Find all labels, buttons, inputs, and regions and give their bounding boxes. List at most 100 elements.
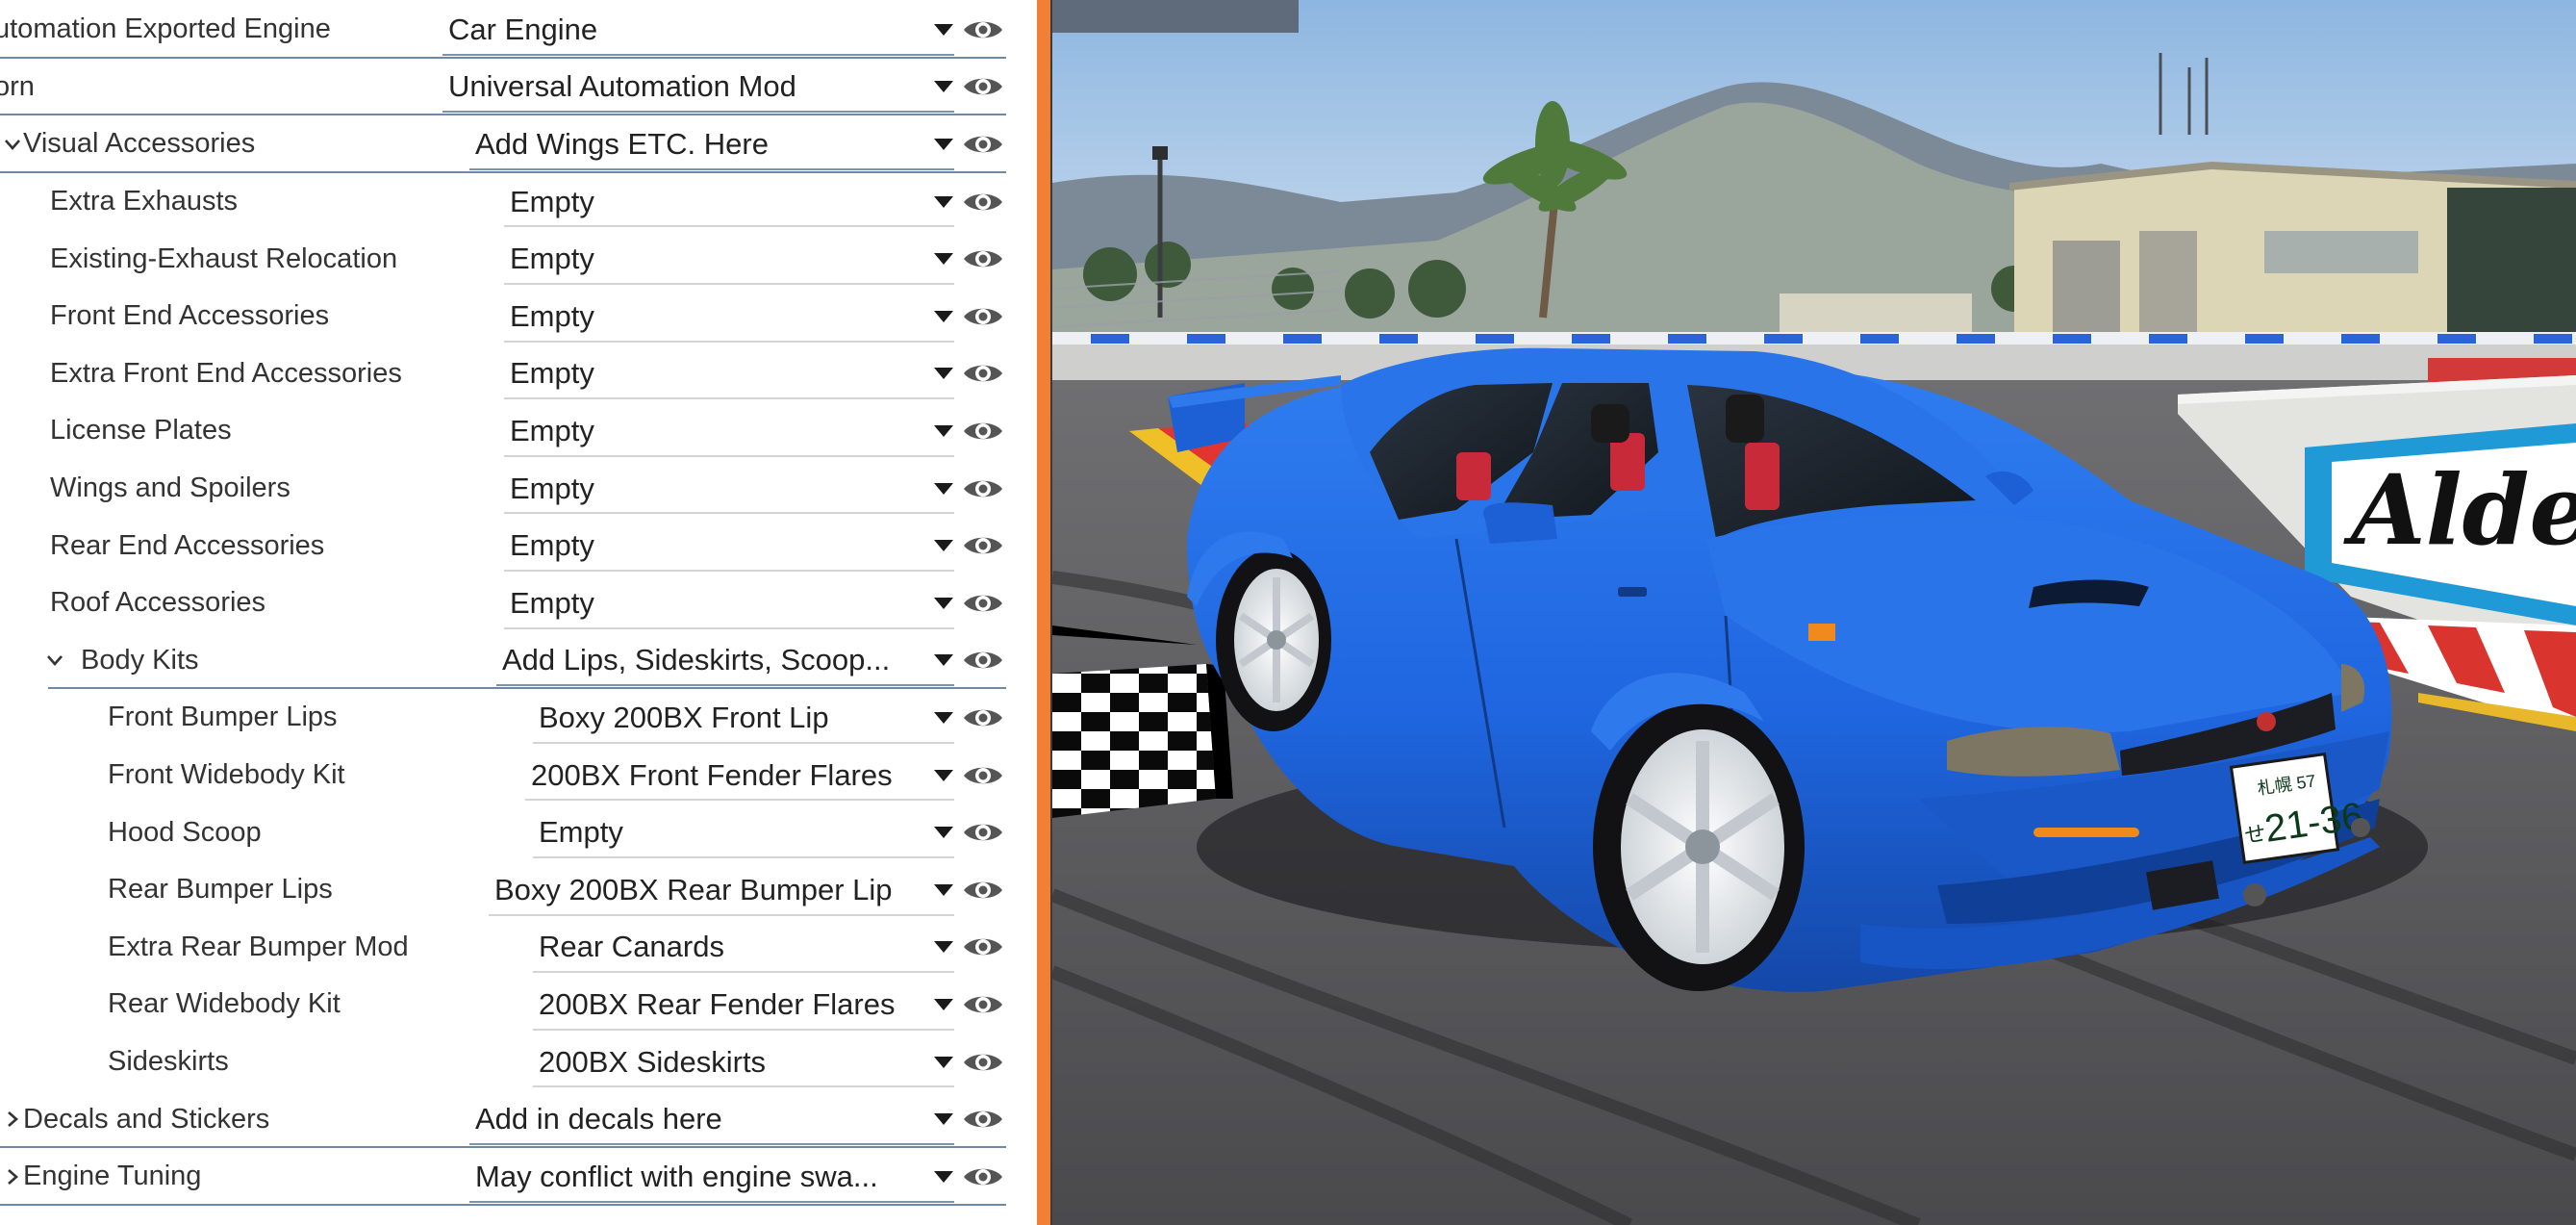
visibility-toggle[interactable] [958,346,1008,402]
part-select-dropdown[interactable]: Rear Canards [533,920,954,976]
visibility-toggle[interactable] [958,977,1008,1033]
part-row: Extra Exhausts Empty [0,174,1037,230]
eye-icon [964,480,1002,497]
visibility-toggle[interactable] [958,289,1008,345]
dropdown-arrow[interactable] [922,424,954,438]
eye-icon [964,996,1002,1013]
dropdown-arrow[interactable] [922,597,954,610]
visibility-toggle[interactable] [958,231,1008,287]
part-slot-label: Extra Rear Bumper Mod [108,931,409,962]
dropdown-arrow[interactable] [922,1170,954,1184]
part-select-dropdown[interactable]: Boxy 200BX Rear Bumper Lip [489,862,954,918]
part-select-dropdown[interactable]: Empty [504,346,954,402]
visibility-toggle[interactable] [958,60,1008,115]
visibility-toggle[interactable] [958,1149,1008,1205]
part-row: Extra Rear Bumper Mod Rear Canards [0,920,1037,976]
part-select-dropdown[interactable]: May conflict with engine swa... [469,1149,954,1205]
vehicle-3d-viewport[interactable]: Alde 札幌 57 せ 21-36 [1052,0,2576,1225]
part-select-dropdown[interactable]: Universal Automation Mod [442,60,954,115]
part-slot-label: Visual Accessories [23,128,256,160]
part-select-dropdown[interactable]: Add Lips, Sideskirts, Scoop... [496,633,954,689]
select-underline [504,626,954,629]
visibility-toggle[interactable] [958,174,1008,230]
visibility-toggle[interactable] [958,920,1008,976]
collapse-toggle[interactable] [2,116,23,172]
caret-down-icon [934,998,953,1010]
visibility-toggle[interactable] [958,633,1008,689]
part-row: Engine Tuning May conflict with engine sw… [0,1149,1037,1205]
visibility-toggle[interactable] [958,748,1008,804]
dropdown-arrow[interactable] [922,826,954,839]
dropdown-arrow[interactable] [922,310,954,323]
dropdown-arrow[interactable] [922,1056,954,1069]
part-select-dropdown[interactable]: Empty [504,518,954,574]
dropdown-arrow[interactable] [922,367,954,380]
part-select-dropdown[interactable]: Empty [504,289,954,345]
visibility-toggle[interactable] [958,403,1008,459]
dropdown-arrow[interactable] [922,80,954,93]
part-select-dropdown[interactable]: Empty [504,174,954,230]
part-select-dropdown[interactable]: Car Engine [442,2,954,58]
eye-icon [964,709,1002,727]
dropdown-arrow[interactable] [922,883,954,897]
part-select-dropdown[interactable]: 200BX Sideskirts [533,1034,954,1090]
part-slot-label: Engine Tuning [23,1161,202,1192]
collapse-toggle[interactable] [44,633,65,689]
visibility-toggle[interactable] [958,518,1008,574]
dropdown-arrow[interactable] [922,653,954,667]
dropdown-arrow[interactable] [922,252,954,266]
part-select-dropdown[interactable]: Empty [504,403,954,459]
selected-part-value: Empty [510,242,594,276]
expand-toggle[interactable] [2,1091,23,1147]
part-select-dropdown[interactable]: Boxy 200BX Front Lip [533,690,954,746]
part-select-dropdown[interactable]: Empty [504,461,954,517]
part-row: Hood Scoop Empty [0,804,1037,860]
visibility-toggle[interactable] [958,575,1008,631]
caret-down-icon [934,310,953,322]
visibility-toggle[interactable] [958,804,1008,860]
part-row: Rear Widebody Kit 200BX Rear Fender Flare… [0,977,1037,1033]
visibility-toggle[interactable] [958,1091,1008,1147]
dropdown-arrow[interactable] [922,482,954,496]
parts-selector-panel: utomation Exported Engine Car Engine orn Un… [0,0,1037,1225]
dropdown-arrow[interactable] [922,138,954,151]
selected-part-value: 200BX Rear Fender Flares [539,986,896,1021]
part-slot-label: orn [0,70,35,102]
part-select-dropdown[interactable]: 200BX Rear Fender Flares [533,977,954,1033]
part-slot-label: License Plates [50,415,232,447]
dropdown-arrow[interactable] [922,195,954,209]
dropdown-arrow[interactable] [922,1112,954,1126]
eye-icon [964,1110,1002,1128]
part-select-dropdown[interactable]: Empty [533,804,954,860]
dropdown-arrow[interactable] [922,539,954,552]
caret-down-icon [934,368,953,380]
part-select-dropdown[interactable]: Empty [504,231,954,287]
dropdown-arrow[interactable] [922,711,954,725]
visibility-toggle[interactable] [958,862,1008,918]
part-row: Rear End Accessories Empty [0,518,1037,574]
part-select-dropdown[interactable]: Empty [504,575,954,631]
eye-icon [964,1054,1002,1070]
part-row: Sideskirts 200BX Sideskirts [0,1034,1037,1090]
visibility-toggle[interactable] [958,461,1008,517]
eye-icon [964,537,1002,554]
select-underline [504,397,954,400]
part-select-dropdown[interactable]: Add in decals here [469,1091,954,1147]
eye-icon [964,308,1002,325]
selected-part-value: Boxy 200BX Front Lip [539,700,829,734]
part-select-dropdown[interactable]: Add Wings ETC. Here [469,116,954,172]
visibility-toggle[interactable] [958,1034,1008,1090]
select-underline [504,282,954,285]
visibility-toggle[interactable] [958,116,1008,172]
part-select-dropdown[interactable]: 200BX Front Fender Flares [525,748,954,804]
visibility-toggle[interactable] [958,2,1008,58]
expand-toggle[interactable] [2,1149,23,1205]
dropdown-arrow[interactable] [922,23,954,37]
part-row: Extra Front End Accessories Empty [0,346,1037,402]
visibility-toggle[interactable] [958,690,1008,746]
dropdown-arrow[interactable] [922,769,954,782]
dropdown-arrow[interactable] [922,998,954,1011]
dropdown-arrow[interactable] [922,940,954,954]
part-slot-label: Extra Exhausts [50,186,239,217]
selected-part-value: Empty [510,585,594,620]
